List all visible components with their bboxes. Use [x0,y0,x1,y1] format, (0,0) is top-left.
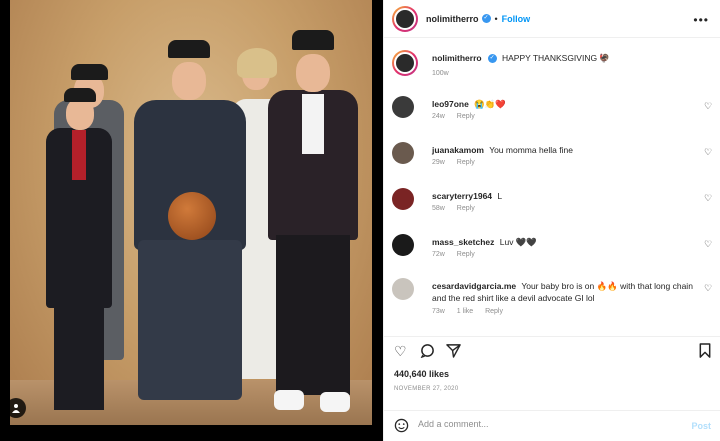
comment-time[interactable]: 73w [432,308,445,315]
comment-likes-count[interactable]: 1 like [457,308,473,315]
comment-icon[interactable] [420,343,435,361]
comment-like-heart-icon[interactable]: ♡ [704,148,713,157]
comment-like-heart-icon[interactable]: ♡ [704,102,713,111]
comment-time[interactable]: 58w [432,205,445,212]
comment-input[interactable] [418,419,658,429]
comment-like-heart-icon[interactable]: ♡ [704,240,713,249]
comment-time[interactable]: 29w [432,159,445,166]
follow-button[interactable]: Follow [502,14,531,24]
add-comment-bar: Post [384,410,720,441]
likes-count[interactable]: 440,640 likes [394,369,449,379]
author-avatar[interactable] [392,5,418,32]
image-letterbox-bottom [0,425,383,441]
commenter-avatar[interactable] [392,234,414,256]
reply-button[interactable]: Reply [457,159,475,166]
image-letterbox-right [372,0,383,441]
caption-text: HAPPY THANKSGIVING 🦃 [501,53,611,63]
comment-time[interactable]: 24w [432,113,445,120]
share-icon[interactable] [446,343,461,361]
image-letterbox-left [0,0,10,441]
post-button[interactable]: Post [691,421,711,431]
caption-time[interactable]: 100w [432,70,449,77]
post-image[interactable] [0,0,383,441]
action-bar: ♡ [384,336,720,364]
commenter-avatar[interactable] [392,142,414,164]
comment-text: Luv 🖤🖤 [499,237,537,247]
more-icon[interactable]: ••• [693,13,709,27]
caption-avatar[interactable] [392,50,418,76]
comment-username[interactable]: scaryterry1964 [432,191,492,201]
comment-like-heart-icon[interactable]: ♡ [704,194,713,203]
comments-list: nolimitherro ✓ HAPPY THANKSGIVING 🦃 100w … [384,38,720,328]
comment-username[interactable]: cesardavidgarcia.me [432,281,516,291]
verified-badge-icon: ✓ [481,14,491,23]
person-center-seated [130,40,250,425]
commenter-avatar[interactable] [392,188,414,210]
separator-dot: • [494,13,498,24]
comment-username[interactable]: mass_sketchez [432,237,494,247]
caption-username[interactable]: nolimitherro [432,53,482,63]
comment-username[interactable]: leo97one [432,99,469,109]
reply-button[interactable]: Reply [457,205,475,212]
reply-button[interactable]: Reply [457,251,475,258]
comment-text: You momma hella fine [489,145,573,155]
comment-text: L [497,191,503,201]
heart-icon[interactable]: ♡ [394,343,407,359]
comment-time[interactable]: 72w [432,251,445,258]
post-panel: nolimitherro ✓ • Follow ••• nolimitherro… [383,0,720,441]
basketball [168,192,216,240]
author-username[interactable]: nolimitherro [426,14,479,24]
commenter-avatar[interactable] [392,278,414,300]
commenter-avatar[interactable] [392,96,414,118]
post-header: nolimitherro ✓ • Follow ••• [384,0,720,38]
bookmark-icon[interactable] [699,343,711,361]
user-tag-icon[interactable] [6,398,26,418]
person-right [258,30,368,425]
comment-text: 😭👏❤️ [474,99,506,109]
comment-like-heart-icon[interactable]: ♡ [704,284,713,293]
reply-button[interactable]: Reply [457,113,475,120]
verified-badge-icon: ✓ [487,54,497,64]
emoji-icon[interactable] [394,418,409,436]
post-date[interactable]: NOVEMBER 27, 2020 [394,386,458,392]
comment-username[interactable]: juanakamom [432,145,484,155]
person-boy-left [40,70,120,425]
reply-button[interactable]: Reply [485,308,503,315]
